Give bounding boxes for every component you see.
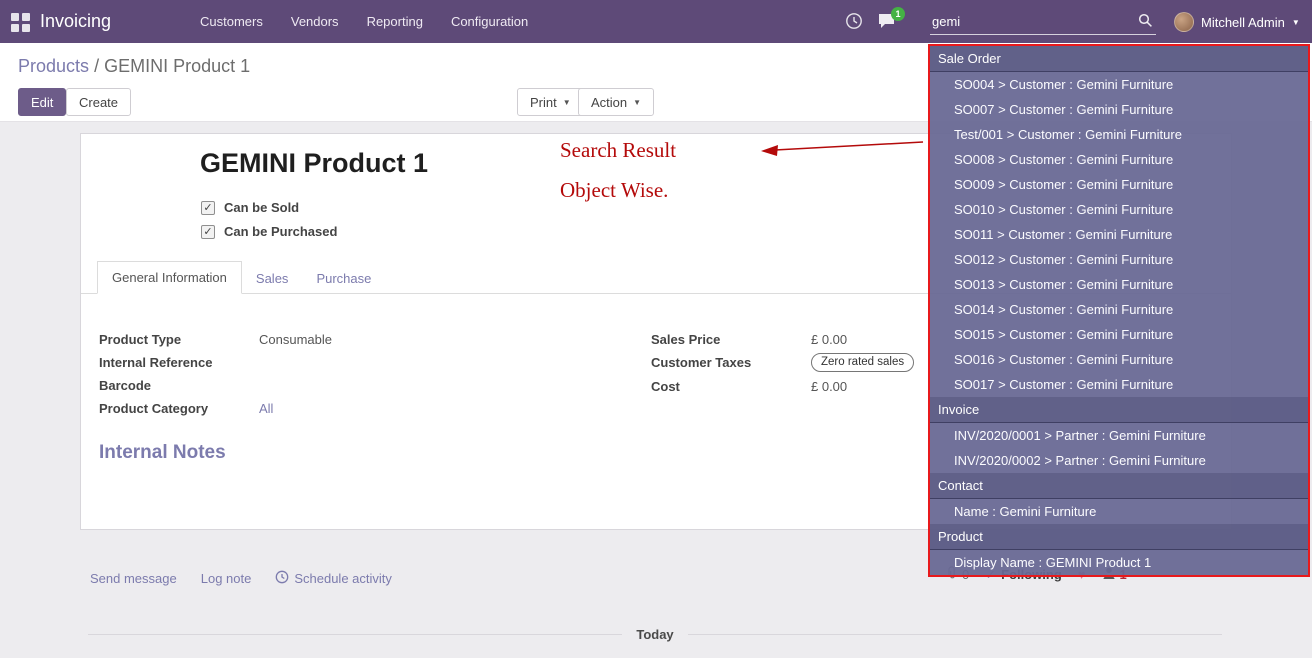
user-name: Mitchell Admin xyxy=(1201,15,1285,30)
search-result-item[interactable]: Display Name : GEMINI Product 1 xyxy=(930,550,1308,575)
chevron-down-icon: ▼ xyxy=(633,98,641,107)
chevron-down-icon: ▼ xyxy=(563,98,571,107)
search-result-item[interactable]: SO011 > Customer : Gemini Furniture xyxy=(930,222,1308,247)
tab-general-information[interactable]: General Information xyxy=(97,261,242,294)
breadcrumb-separator: / xyxy=(94,56,99,76)
search-result-item[interactable]: SO014 > Customer : Gemini Furniture xyxy=(930,297,1308,322)
search-group-contact: Contact xyxy=(930,473,1308,499)
search-result-item[interactable]: Test/001 > Customer : Gemini Furniture xyxy=(930,122,1308,147)
checkbox-row-can-be-purchased: ✓ Can be Purchased xyxy=(201,224,337,239)
nav-menu-reporting[interactable]: Reporting xyxy=(353,0,437,43)
search-result-item[interactable]: SO008 > Customer : Gemini Furniture xyxy=(930,147,1308,172)
field-product-category: Product CategoryAll xyxy=(99,399,539,417)
page-title: GEMINI Product 1 xyxy=(200,148,428,179)
field-value-cost: £ 0.00 xyxy=(811,379,847,394)
avatar xyxy=(1174,12,1194,32)
search-result-item[interactable]: SO004 > Customer : Gemini Furniture xyxy=(930,72,1308,97)
edit-button[interactable]: Edit xyxy=(18,88,66,116)
breadcrumb-current: GEMINI Product 1 xyxy=(104,56,250,76)
send-message-button[interactable]: Send message xyxy=(90,570,177,587)
field-label: Customer Taxes xyxy=(651,355,811,370)
breadcrumb: Products / GEMINI Product 1 xyxy=(18,56,250,77)
global-search-input[interactable] xyxy=(932,10,1127,32)
search-result-item[interactable]: SO009 > Customer : Gemini Furniture xyxy=(930,172,1308,197)
field-value-sales-price: £ 0.00 xyxy=(811,332,847,347)
search-results-dropdown: Sale OrderSO004 > Customer : Gemini Furn… xyxy=(928,44,1310,577)
checkbox-label: Can be Sold xyxy=(224,200,299,215)
field-label: Product Category xyxy=(99,401,259,416)
top-navbar: Invoicing CustomersVendorsReportingConfi… xyxy=(0,0,1312,43)
field-value-product-type: Consumable xyxy=(259,332,332,347)
today-divider: Today xyxy=(88,627,1222,642)
search-group-sale-order: Sale Order xyxy=(930,46,1308,72)
field-label: Internal Reference xyxy=(99,355,259,370)
search-result-item[interactable]: SO010 > Customer : Gemini Furniture xyxy=(930,197,1308,222)
sold-purchased-checkboxes: ✓ Can be Sold ✓ Can be Purchased xyxy=(201,200,337,239)
checkbox-row-can-be-sold: ✓ Can be Sold xyxy=(201,200,337,215)
internal-notes-heading: Internal Notes xyxy=(99,442,226,464)
search-result-item[interactable]: SO013 > Customer : Gemini Furniture xyxy=(930,272,1308,297)
field-label: Product Type xyxy=(99,332,259,347)
general-fields-left: Product TypeConsumableInternal Reference… xyxy=(99,330,539,422)
search-result-item[interactable]: SO016 > Customer : Gemini Furniture xyxy=(930,347,1308,372)
apps-menu-icon[interactable] xyxy=(11,13,30,32)
field-label: Cost xyxy=(651,379,811,394)
screen: Invoicing CustomersVendorsReportingConfi… xyxy=(0,0,1312,658)
search-result-item[interactable]: SO012 > Customer : Gemini Furniture xyxy=(930,247,1308,272)
field-barcode: Barcode xyxy=(99,376,539,394)
field-value-customer-taxes[interactable]: Zero rated sales xyxy=(811,353,914,372)
search-icon[interactable] xyxy=(1138,13,1153,33)
annotation-line2: Object Wise. xyxy=(560,178,676,203)
search-result-item[interactable]: Name : Gemini Furniture xyxy=(930,499,1308,524)
print-button[interactable]: Print ▼ xyxy=(517,88,584,116)
nav-menu-configuration[interactable]: Configuration xyxy=(437,0,542,43)
create-button[interactable]: Create xyxy=(66,88,131,116)
field-label: Barcode xyxy=(99,378,259,393)
field-value-product-category[interactable]: All xyxy=(259,401,273,416)
chatter-actions: Send message Log note Schedule activity xyxy=(90,570,392,587)
activities-clock-icon[interactable] xyxy=(845,12,863,35)
field-label: Sales Price xyxy=(651,332,811,347)
tab-sales[interactable]: Sales xyxy=(242,263,303,294)
search-result-item[interactable]: SO007 > Customer : Gemini Furniture xyxy=(930,97,1308,122)
log-note-button[interactable]: Log note xyxy=(201,570,252,587)
checkbox-can-be-sold[interactable]: ✓ xyxy=(201,201,215,215)
search-result-item[interactable]: INV/2020/0002 > Partner : Gemini Furnitu… xyxy=(930,448,1308,473)
tab-purchase[interactable]: Purchase xyxy=(302,263,385,294)
breadcrumb-products[interactable]: Products xyxy=(18,56,89,76)
checkbox-label: Can be Purchased xyxy=(224,224,337,239)
field-internal-reference: Internal Reference xyxy=(99,353,539,371)
annotation-arrow xyxy=(755,136,927,162)
search-group-invoice: Invoice xyxy=(930,397,1308,423)
today-label: Today xyxy=(636,627,673,642)
search-result-item[interactable]: INV/2020/0001 > Partner : Gemini Furnitu… xyxy=(930,423,1308,448)
search-result-item[interactable]: SO015 > Customer : Gemini Furniture xyxy=(930,322,1308,347)
chevron-down-icon: ▼ xyxy=(1292,18,1300,27)
nav-menu-customers[interactable]: Customers xyxy=(186,0,277,43)
app-title[interactable]: Invoicing xyxy=(40,0,111,43)
schedule-activity-button[interactable]: Schedule activity xyxy=(275,570,392,587)
user-menu[interactable]: Mitchell Admin ▼ xyxy=(1174,8,1300,36)
search-group-product: Product xyxy=(930,524,1308,550)
messages-badge: 1 xyxy=(891,7,905,21)
action-button[interactable]: Action ▼ xyxy=(578,88,654,116)
global-search xyxy=(930,8,1156,35)
search-result-item[interactable]: SO017 > Customer : Gemini Furniture xyxy=(930,372,1308,397)
nav-menu-vendors[interactable]: Vendors xyxy=(277,0,353,43)
nav-menus: CustomersVendorsReportingConfiguration xyxy=(186,0,542,43)
clock-icon xyxy=(275,570,289,587)
annotation-text: Search Result Object Wise. xyxy=(560,138,676,218)
field-product-type: Product TypeConsumable xyxy=(99,330,539,348)
checkbox-can-be-purchased[interactable]: ✓ xyxy=(201,225,215,239)
annotation-line1: Search Result xyxy=(560,138,676,163)
